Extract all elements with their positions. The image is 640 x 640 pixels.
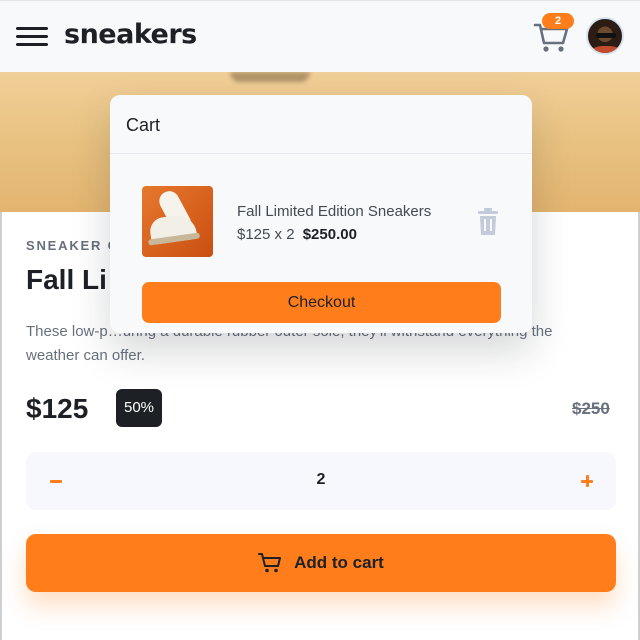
add-to-cart-label: Add to cart [294, 553, 384, 572]
logo[interactable]: sneakers [64, 19, 197, 50]
discount-badge: 50% [116, 389, 162, 427]
original-price: $250 [572, 399, 610, 418]
cart-icon [258, 553, 282, 573]
product-title: Fall Li [26, 264, 107, 295]
plus-icon[interactable] [575, 469, 599, 493]
cart-divider [110, 153, 532, 154]
cart-item-thumbnail[interactable] [142, 186, 213, 257]
hero-shoe-shadow [230, 72, 310, 82]
cart-item-price-line: $125 x 2 $250.00 [237, 226, 357, 243]
quantity-value: 2 [316, 471, 326, 488]
cart-item-unit-calc: $125 x 2 [237, 226, 295, 243]
avatar[interactable] [586, 17, 624, 55]
cart-count-badge: 2 [542, 13, 574, 29]
site-header: sneakers 2 [0, 0, 640, 72]
quantity-stepper: 2 [26, 452, 616, 510]
cart-item-name: Fall Limited Edition Sneakers [237, 203, 432, 220]
current-price: $125 [26, 393, 89, 424]
cart-item-total: $250.00 [302, 226, 357, 243]
trash-icon[interactable] [476, 208, 500, 236]
checkout-button[interactable]: Checkout [142, 282, 501, 323]
company-label: SNEAKER C [26, 238, 119, 253]
menu-icon[interactable] [16, 27, 48, 47]
add-to-cart-button[interactable]: Add to cart [26, 534, 616, 592]
cart-title: Cart [126, 115, 161, 135]
cart-popup: Cart Fall Limited Edition Sneakers $125 … [110, 95, 532, 333]
